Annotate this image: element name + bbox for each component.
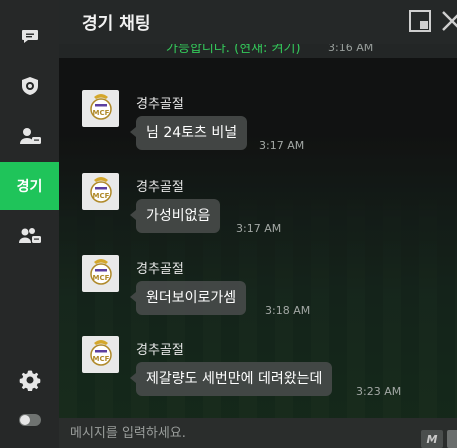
- chat-message: MCF 경추골절 가성비없음 3:17 AM: [59, 173, 457, 253]
- svg-text:MCF: MCF: [92, 355, 109, 363]
- chat-message: MCF 경추골절 님 24토츠 비널 3:17 AM: [59, 90, 457, 170]
- avatar[interactable]: MCF: [82, 90, 119, 127]
- system-message-time: 3:16 AM: [328, 44, 374, 54]
- club-crest-icon: MCF: [87, 257, 115, 291]
- message-sender: 경추골절: [136, 180, 184, 195]
- chat-message: MCF 경추골절 제갈량도 세번만에 데려왔는데 3:23 AM: [59, 336, 457, 416]
- sidebar-item-chat[interactable]: [0, 12, 59, 60]
- message-sender: 경추골절: [136, 262, 184, 277]
- sidebar-item-group[interactable]: [0, 212, 59, 260]
- group-chat-icon: [17, 225, 43, 247]
- club-crest-icon: MCF: [87, 175, 115, 209]
- club-crest-icon: MCF: [87, 92, 115, 126]
- message-bubble: 제갈량도 세번만에 데려왔는데: [129, 362, 333, 396]
- message-sender: 경추골절: [136, 97, 184, 112]
- sidebar-item-club[interactable]: [0, 62, 59, 110]
- sidebar-item-match-label: 경기: [16, 179, 43, 195]
- popout-window-icon: [408, 10, 432, 37]
- macro-button[interactable]: M: [421, 430, 443, 448]
- close-button[interactable]: [440, 9, 457, 33]
- avatar[interactable]: MCF: [82, 255, 119, 292]
- svg-text:MCF: MCF: [92, 274, 109, 282]
- toggle-icon: [18, 413, 42, 427]
- message-bubble: 가성비없음: [129, 199, 221, 233]
- system-message-text: 가능합니다. (현재: 켜기): [166, 44, 301, 56]
- chat-message: MCF 경추골절 원더보이로가셈 3:18 AM: [59, 255, 457, 335]
- chat-bubble-icon: [20, 26, 40, 46]
- page-title: 경기 채팅: [82, 14, 151, 34]
- club-crest-icon: MCF: [87, 338, 115, 372]
- user-chat-icon: [18, 125, 42, 147]
- shield-emblem-icon: [19, 75, 41, 97]
- send-button[interactable]: [447, 430, 457, 448]
- svg-text:MCF: MCF: [92, 192, 109, 200]
- message-time: 3:23 AM: [356, 385, 402, 398]
- message-bubble: 원더보이로가셈: [129, 281, 247, 315]
- message-time: 3:18 AM: [265, 304, 311, 317]
- message-input[interactable]: [59, 418, 409, 448]
- avatar[interactable]: MCF: [82, 173, 119, 210]
- popout-button[interactable]: [408, 9, 432, 33]
- sidebar-item-match[interactable]: 경기: [0, 162, 59, 210]
- close-icon: [440, 11, 457, 37]
- avatar[interactable]: MCF: [82, 336, 119, 373]
- chat-header: 경기 채팅: [59, 0, 457, 44]
- sidebar: 경기: [0, 0, 59, 448]
- gear-icon: [19, 369, 41, 391]
- message-bubble: 님 24토츠 비널: [129, 116, 248, 150]
- message-time: 3:17 AM: [236, 222, 282, 235]
- svg-text:MCF: MCF: [92, 109, 109, 117]
- message-time: 3:17 AM: [259, 139, 305, 152]
- message-sender: 경추골절: [136, 343, 184, 358]
- sidebar-item-profile[interactable]: [0, 112, 59, 160]
- sidebar-item-toggle[interactable]: [0, 396, 59, 444]
- message-input-bar: M: [59, 418, 457, 448]
- system-message: 가능합니다. (현재: 켜기) 3:16 AM: [59, 44, 457, 58]
